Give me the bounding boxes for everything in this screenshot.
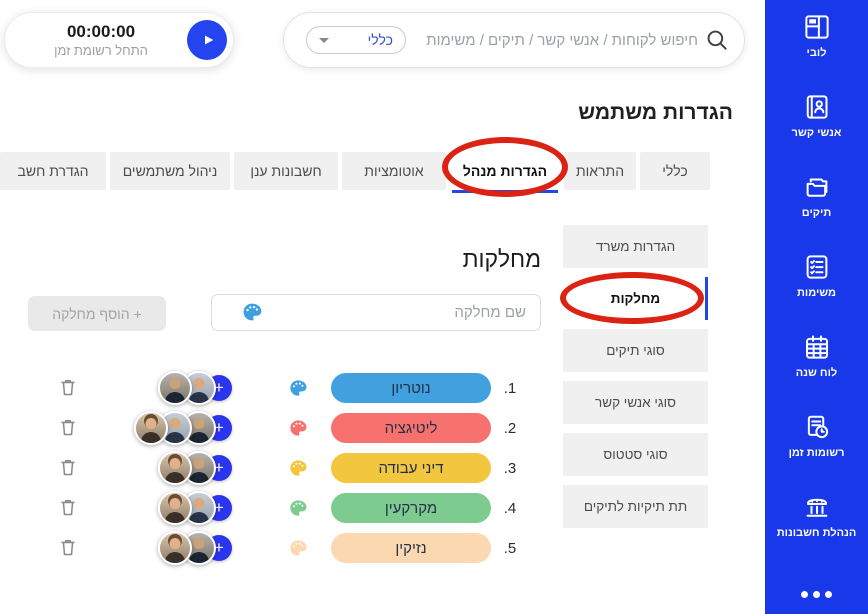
- department-row: 5.נזיקין +: [55, 528, 525, 568]
- department-number: 4.: [495, 500, 525, 517]
- add-department-button[interactable]: + הוסף מחלקה: [28, 296, 166, 331]
- department-name-pill: ליטיגציה: [331, 413, 491, 443]
- timer-value: 00:00:00: [15, 21, 187, 42]
- department-name-field: [211, 294, 541, 331]
- tab-7[interactable]: הגדרת חשב: [0, 152, 106, 190]
- submenu-item-5[interactable]: סוגי סטטוס: [563, 433, 708, 476]
- department-name-pill: נוטריון: [331, 373, 491, 403]
- avatar-group: +: [158, 491, 232, 525]
- avatar-group: +: [158, 451, 232, 485]
- more-dots-icon: [825, 591, 832, 598]
- department-number: 3.: [495, 460, 525, 477]
- sidebar-item-time-records[interactable]: רשומות זמן: [789, 412, 845, 459]
- chevron-down-icon: [319, 38, 329, 43]
- more-dots-icon: [801, 591, 808, 598]
- calendar-icon: [802, 332, 832, 362]
- department-row: 4.מקרקעין +: [55, 488, 525, 528]
- tab-3[interactable]: הגדרות מנהל: [450, 152, 560, 190]
- search-scope-value: כללי: [368, 32, 393, 48]
- palette-icon[interactable]: [288, 498, 308, 518]
- tab-1[interactable]: כללי: [640, 152, 710, 190]
- avatar-group: +: [158, 531, 232, 565]
- sidebar-nav: לובי אנשי קשר תיקים משימות לוח שנה רשומות זמן…: [765, 0, 868, 614]
- sidebar-item-cases[interactable]: תיקים: [802, 172, 832, 219]
- sidebar-item-accounting[interactable]: הנהלת חשבונות: [777, 492, 857, 539]
- time-records-icon: [802, 412, 832, 442]
- tasks-icon: [802, 252, 832, 282]
- member-avatar: [158, 371, 192, 405]
- member-avatar: [158, 451, 192, 485]
- delete-department-button[interactable]: [55, 536, 79, 560]
- timer-start-label: התחל רשומת זמן: [15, 43, 187, 59]
- department-name-pill: נזיקין: [331, 533, 491, 563]
- cases-icon: [802, 172, 832, 202]
- palette-icon[interactable]: [288, 458, 308, 478]
- palette-icon[interactable]: [288, 378, 308, 398]
- tab-5[interactable]: חשבונות ענן: [234, 152, 338, 190]
- department-row: 3.דיני עבודה +: [55, 448, 525, 488]
- sidebar-item-contacts[interactable]: אנשי קשר: [792, 92, 842, 139]
- more-dots-icon: [813, 591, 820, 598]
- submenu-item-3[interactable]: סוגי תיקים: [563, 329, 708, 372]
- page-title: הגדרות משתמש: [578, 101, 733, 125]
- member-avatar: [158, 531, 192, 565]
- admin-settings-submenu: הגדרות משרד מחלקות סוגי תיקים סוגי אנשי קשר…: [563, 225, 708, 537]
- sidebar-item-tasks[interactable]: משימות: [797, 252, 836, 299]
- timer-widget: 00:00:00 התחל רשומת זמן: [4, 12, 234, 68]
- search-scope-dropdown[interactable]: כללי: [306, 26, 406, 54]
- global-search-bar: כללי: [283, 12, 745, 68]
- submenu-item-4[interactable]: סוגי אנשי קשר: [563, 381, 708, 424]
- member-avatar: [134, 411, 168, 445]
- department-name-pill: דיני עבודה: [331, 453, 491, 483]
- tab-2[interactable]: התראות: [564, 152, 636, 190]
- sidebar-item-lobby[interactable]: לובי: [802, 12, 832, 59]
- start-timer-button[interactable]: [187, 20, 227, 60]
- sidebar-item-label: לובי: [807, 47, 827, 59]
- department-number: 5.: [495, 540, 525, 557]
- avatar-group: +: [158, 371, 232, 405]
- sidebar-item-label: הנהלת חשבונות: [777, 527, 857, 539]
- delete-department-button[interactable]: [55, 376, 79, 400]
- department-number: 1.: [495, 380, 525, 397]
- app-window: 00:00:00 התחל רשומת זמן כללי הגדרות משתמ…: [0, 0, 868, 614]
- department-number: 2.: [495, 420, 525, 437]
- timer-text: 00:00:00 התחל רשומת זמן: [5, 21, 187, 59]
- sidebar-item-label: משימות: [797, 287, 836, 299]
- sidebar-item-label: תיקים: [802, 207, 831, 219]
- accounting-icon: [802, 492, 832, 522]
- palette-icon[interactable]: [241, 301, 263, 323]
- member-avatar: [158, 491, 192, 525]
- department-name-pill: מקרקעין: [331, 493, 491, 523]
- delete-department-button[interactable]: [55, 496, 79, 520]
- department-row: 1.נוטריון +: [55, 368, 525, 408]
- sidebar-item-label: אנשי קשר: [792, 127, 842, 139]
- search-input[interactable]: [406, 32, 704, 49]
- settings-tabs: כלליהתראותהגדרות מנהלאוטומציותחשבונות ענ…: [0, 152, 710, 193]
- search-icon: [704, 27, 730, 53]
- submenu-item-6[interactable]: תת תיקיות לתיקים: [563, 485, 708, 528]
- sidebar-item-label: רשומות זמן: [789, 447, 845, 459]
- delete-department-button[interactable]: [55, 456, 79, 480]
- palette-icon[interactable]: [288, 418, 308, 438]
- department-row: 2.ליטיגציה +: [55, 408, 525, 448]
- lobby-icon: [802, 12, 832, 42]
- submenu-item-2[interactable]: מחלקות: [563, 277, 708, 320]
- more-options-button[interactable]: [801, 591, 832, 598]
- tab-4[interactable]: אוטומציות: [342, 152, 446, 190]
- contacts-icon: [802, 92, 832, 122]
- sidebar-item-calendar[interactable]: לוח שנה: [796, 332, 837, 379]
- departments-heading: מחלקות: [463, 246, 541, 273]
- play-icon: [197, 31, 217, 49]
- tab-6[interactable]: ניהול משתמשים: [110, 152, 230, 190]
- sidebar-item-label: לוח שנה: [796, 367, 837, 379]
- submenu-item-1[interactable]: הגדרות משרד: [563, 225, 708, 268]
- avatar-group: +: [134, 411, 232, 445]
- delete-department-button[interactable]: [55, 416, 79, 440]
- palette-icon[interactable]: [288, 538, 308, 558]
